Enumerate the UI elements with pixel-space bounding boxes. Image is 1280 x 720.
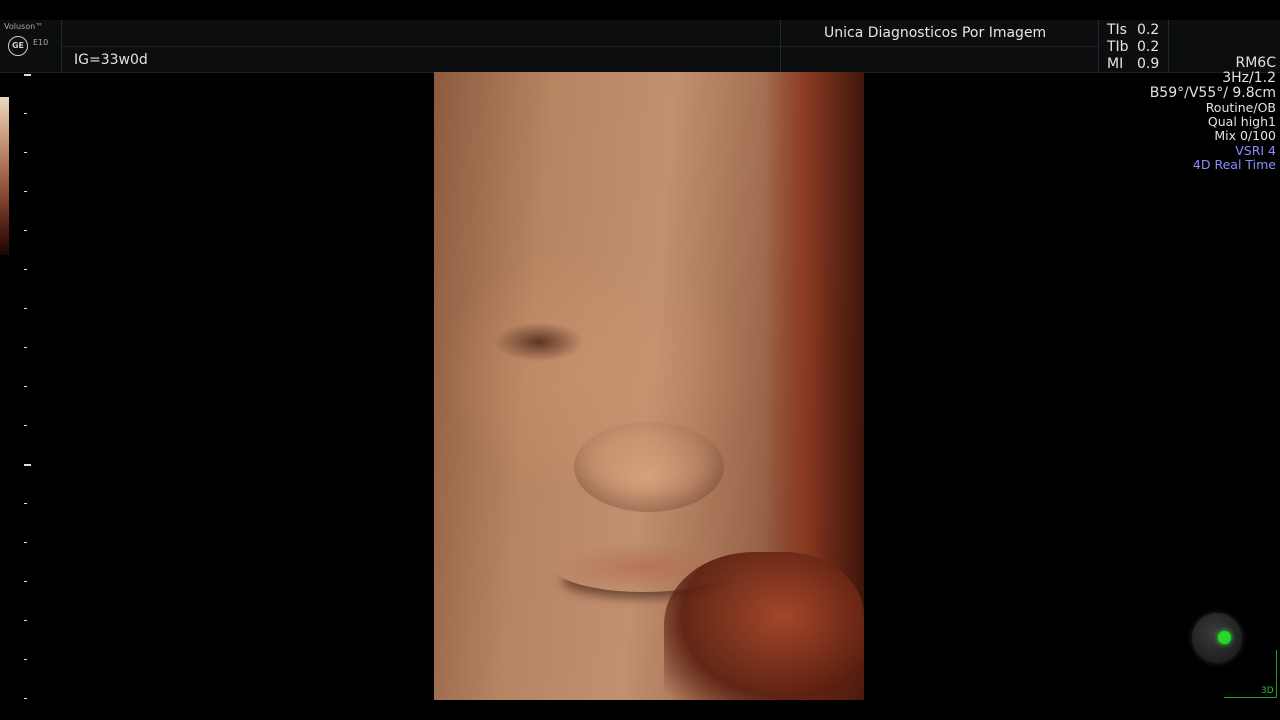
depth-tick [24,152,27,153]
depth-tick [24,542,27,543]
preset: Routine/OB [1205,100,1276,115]
view-mode-label: 3D [1261,686,1274,696]
depth-tick [24,464,31,466]
index-value: 0.2 [1137,39,1160,55]
ge-logo-icon: GE [8,36,28,56]
mix: Mix 0/100 [1214,128,1276,144]
volume-angle: B59°/V55°/ 9.8cm [1149,85,1276,101]
index-label: TIb [1107,39,1129,55]
header-bar [0,20,1280,73]
index-mi: MI 0.9 [1107,56,1159,72]
brand-name: Voluson™ [4,22,44,31]
vsri: VSRI 4 [1235,142,1276,158]
index-tis: TIs 0.2 [1107,22,1159,38]
render-eye-region [494,322,584,362]
frame-corner [1224,697,1277,698]
gestational-age: IG=33w0d [74,52,148,68]
institution-name: Unica Diagnosticos Por Imagem [824,25,1047,41]
index-value: 0.2 [1137,22,1160,38]
direction-indicator-icon [1218,631,1231,644]
depth-tick [24,425,27,426]
depth-tick [24,347,27,348]
quality: Qual high1 [1207,114,1276,130]
index-label: TIs [1107,22,1127,38]
render-mode: 4D Real Time [1192,156,1276,172]
ultrasound-3d-render[interactable] [434,72,864,700]
brand-block: Voluson™ GE E10 [4,22,60,62]
depth-tick [24,74,31,76]
depth-tick [24,620,27,621]
frame-corner [1276,650,1277,698]
render-nose-region [574,422,724,512]
header-divider [62,46,1098,47]
depth-tick [24,230,27,231]
depth-tick [24,191,27,192]
depth-tick [24,269,27,270]
depth-tick [24,503,27,504]
depth-tick [24,581,27,582]
acquisition-params: RM6C 3Hz/1.2 B59°/V55°/ 9.8cm Routine/OB… [1150,56,1276,172]
render-hand-region [664,552,864,700]
probe-label: RM6C [1235,55,1277,71]
color-map-bar [0,97,9,255]
depth-tick [24,698,27,699]
depth-tick [24,386,27,387]
frame-rate: 3Hz/1.2 [1222,70,1276,86]
brand-model: E10 [33,38,49,47]
depth-tick [24,113,27,114]
render-direction-icon[interactable] [1192,613,1242,663]
index-label: MI [1107,56,1124,72]
depth-tick [24,659,27,660]
index-tib: TIb 0.2 [1107,39,1159,55]
depth-tick [24,308,27,309]
header-divider [1098,20,1099,72]
